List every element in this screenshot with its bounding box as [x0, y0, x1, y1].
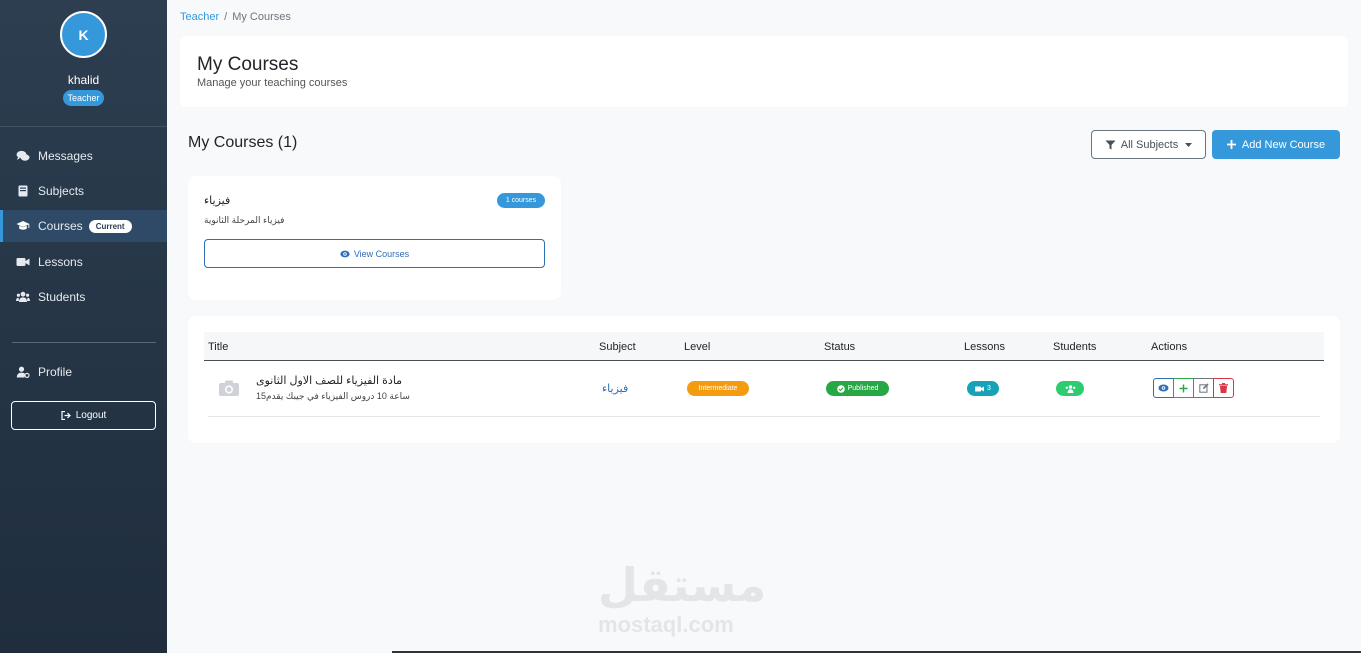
- watermark-arabic: مستقل: [598, 559, 767, 611]
- column-header-lessons: Lessons: [964, 341, 1005, 353]
- book-icon: [16, 185, 30, 197]
- sidebar-item-label: Lessons: [38, 255, 83, 269]
- watermark-logo: مستقل mostaql.com: [598, 558, 767, 642]
- sidebar-item-label: Courses: [38, 219, 83, 233]
- camera-icon: [216, 377, 242, 401]
- sidebar-item-label: Profile: [38, 365, 73, 379]
- plus-icon: [1226, 140, 1236, 149]
- view-courses-button[interactable]: View Courses: [204, 239, 545, 268]
- course-count-badge: 1 courses: [497, 193, 545, 208]
- filter-icon: [1105, 140, 1116, 150]
- level-badge: Intermediate: [687, 381, 749, 396]
- page-title: My Courses: [197, 54, 299, 75]
- course-description: 15ساعة 10 دروس الفيزياء في جيبك يقدم: [256, 391, 410, 401]
- users-icon: [16, 291, 30, 303]
- status-badge: Published: [826, 381, 889, 396]
- comments-icon: [16, 150, 30, 162]
- avatar[interactable]: K: [60, 11, 107, 58]
- user-gear-icon: [16, 366, 30, 378]
- video-icon: [975, 386, 985, 392]
- sidebar-item-students[interactable]: Students: [0, 281, 167, 313]
- view-course-button[interactable]: [1153, 378, 1174, 398]
- status-label: Published: [847, 385, 879, 392]
- graduation-cap-icon: [16, 220, 30, 232]
- subject-description: فيزياء المرحلة الثانوية: [204, 215, 285, 225]
- sidebar-item-label: Messages: [38, 149, 93, 163]
- edit-icon: [1198, 383, 1209, 393]
- check-circle-icon: [836, 384, 845, 393]
- column-header-subject: Subject: [599, 341, 636, 353]
- table-header: Title Subject Level Status Lessons Stude…: [204, 332, 1324, 361]
- breadcrumb-link-teacher[interactable]: Teacher: [180, 11, 219, 23]
- trash-icon: [1219, 383, 1228, 393]
- sidebar-item-courses[interactable]: Courses Current: [0, 210, 167, 242]
- user-profile-block: K khalid Teacher: [0, 0, 167, 127]
- sidebar-item-messages[interactable]: Messages: [0, 140, 167, 172]
- eye-icon: [340, 250, 350, 258]
- logout-button[interactable]: Logout: [11, 401, 156, 430]
- students-badge: [1056, 381, 1084, 396]
- breadcrumb-current: My Courses: [232, 11, 291, 23]
- add-lesson-button[interactable]: [1173, 378, 1194, 398]
- edit-course-button[interactable]: [1193, 378, 1214, 398]
- lessons-count: 3: [987, 385, 991, 392]
- courses-table: Title Subject Level Status Lessons Stude…: [188, 316, 1340, 443]
- plus-icon: [1179, 384, 1188, 393]
- column-header-students: Students: [1053, 341, 1097, 353]
- logout-label: Logout: [75, 410, 107, 421]
- row-actions: [1153, 378, 1234, 398]
- column-header-level: Level: [684, 341, 711, 353]
- users-icon: [1065, 384, 1076, 393]
- sidebar-item-subjects[interactable]: Subjects: [0, 175, 167, 207]
- course-subject-link[interactable]: فيزياء: [602, 382, 628, 395]
- subject-filter-dropdown[interactable]: All Subjects: [1091, 130, 1206, 159]
- lessons-count-badge: 3: [967, 381, 999, 396]
- table-row: مادة الفيزياء للصف الاول الثانوى 15ساعة …: [208, 361, 1320, 417]
- page-header-card: My Courses Manage your teaching courses: [180, 36, 1348, 107]
- caret-down-icon: [1185, 142, 1193, 147]
- current-badge: Current: [88, 219, 132, 233]
- section-title: My Courses (1): [188, 134, 298, 151]
- sidebar: K khalid Teacher Messages Subjects Cours…: [0, 0, 167, 653]
- column-header-title: Title: [208, 341, 229, 353]
- sidebar-item-label: Subjects: [38, 184, 85, 198]
- sidebar-item-profile[interactable]: Profile: [0, 356, 167, 388]
- delete-course-button[interactable]: [1213, 378, 1234, 398]
- view-courses-label: View Courses: [353, 248, 410, 259]
- sidebar-item-lessons[interactable]: Lessons: [0, 246, 167, 278]
- role-badge: Teacher: [63, 90, 104, 106]
- eye-icon: [1158, 384, 1169, 392]
- breadcrumb-separator: /: [224, 11, 228, 23]
- breadcrumb: Teacher / My Courses: [180, 11, 291, 23]
- sidebar-divider: [12, 342, 156, 343]
- video-icon: [16, 256, 30, 268]
- username: khalid: [67, 73, 100, 87]
- add-new-course-button[interactable]: Add New Course: [1212, 130, 1340, 159]
- column-header-actions: Actions: [1151, 341, 1188, 353]
- filter-label: All Subjects: [1120, 138, 1179, 151]
- course-title: مادة الفيزياء للصف الاول الثانوى: [256, 375, 403, 387]
- column-header-status: Status: [824, 341, 856, 353]
- sign-out-icon: [61, 411, 71, 420]
- sidebar-item-label: Students: [38, 290, 86, 304]
- watermark-latin: mostaql.com: [598, 612, 734, 637]
- subject-card: فيزياء فيزياء المرحلة الثانوية 1 courses…: [188, 176, 561, 300]
- page-subtitle: Manage your teaching courses: [197, 77, 348, 89]
- add-course-label: Add New Course: [1241, 138, 1326, 151]
- subject-name: فيزياء: [204, 195, 231, 207]
